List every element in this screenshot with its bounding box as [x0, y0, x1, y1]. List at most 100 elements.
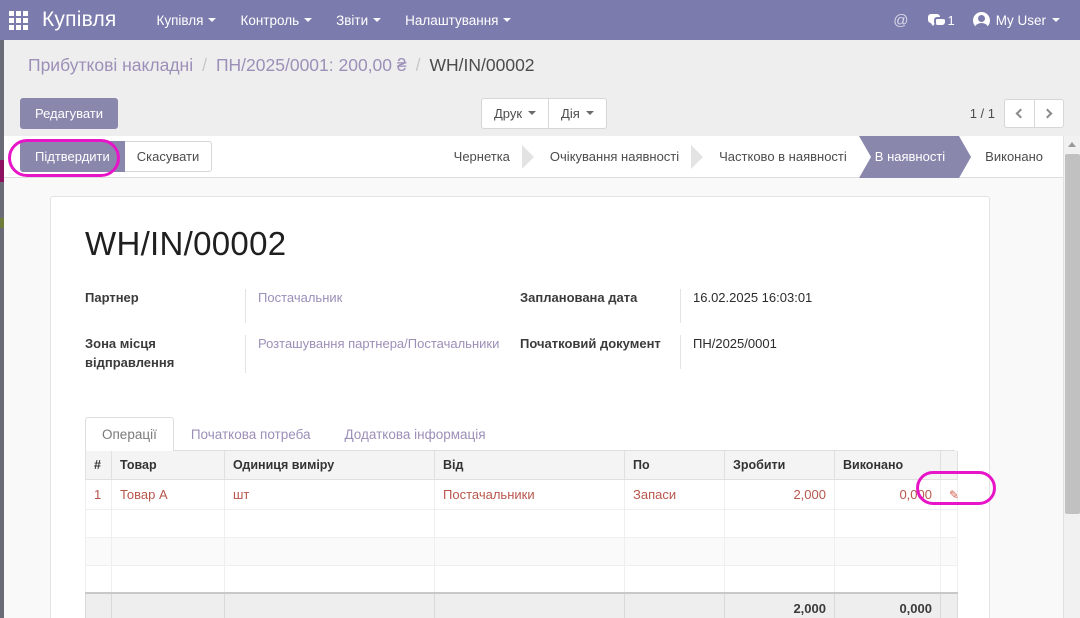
cell-product[interactable]: Товар А [111, 479, 225, 510]
menu-item-control[interactable]: Контроль [228, 2, 324, 39]
triangle-up-icon[interactable] [1064, 136, 1080, 153]
cell-empty [224, 565, 435, 594]
cell-uom[interactable]: шт [224, 479, 435, 510]
field-source-document: Початковий документ ПН/2025/0001 [520, 335, 955, 369]
col-done[interactable]: Виконано [834, 450, 941, 480]
cell-empty [111, 509, 225, 538]
tab-operations[interactable]: Операції [85, 416, 174, 451]
control-panel: Редагувати Друк Дія 1 / 1 [4, 90, 1080, 136]
cell-empty [434, 537, 625, 566]
status-step-draft[interactable]: Чернетка [442, 136, 522, 178]
breadcrumb-item-current: WH/IN/00002 [429, 54, 535, 75]
table-row-empty[interactable] [85, 537, 958, 566]
action-button[interactable]: Дія [548, 97, 607, 129]
cell-empty [111, 565, 225, 594]
field-value-wrap: ПН/2025/0001 [680, 335, 955, 369]
status-step-available[interactable]: В наявності [858, 135, 972, 178]
col-product[interactable]: Товар [111, 450, 225, 480]
form-sheet: WH/IN/00002 Партнер Постачальник Зона мі… [50, 196, 990, 618]
cell-empty [85, 537, 112, 566]
user-menu[interactable]: My User [965, 7, 1068, 34]
vertical-scrollbar[interactable] [1063, 136, 1080, 618]
field-value-source-location[interactable]: Розташування партнера/Постачальники [258, 336, 499, 351]
cell-done-value: 0,000 [899, 486, 932, 502]
pencil-icon[interactable]: ✎ [949, 488, 959, 502]
menu-item-label: Налаштування [405, 12, 499, 28]
breadcrumb-item-list[interactable]: Прибуткові накладні [28, 55, 193, 76]
menu-item-reports[interactable]: Звіти [324, 2, 393, 39]
top-navbar: Купівля Купівля Контроль Звіти Налаштува… [0, 0, 1080, 40]
cell-done[interactable]: 0,000 [834, 479, 941, 510]
form-fields-left: Партнер Постачальник Зона місця відправл… [85, 289, 520, 385]
chevron-down-icon [208, 18, 217, 22]
chevron-down-icon [528, 111, 537, 115]
workflow-buttons: Підтвердити Скасувати [20, 141, 213, 172]
menu-item-settings[interactable]: Налаштування [393, 2, 523, 39]
cell-empty [624, 565, 725, 594]
field-value-source-document: ПН/2025/0001 [693, 336, 777, 351]
cell-empty [111, 537, 225, 566]
cell-empty [624, 537, 725, 566]
cell-empty [224, 509, 435, 538]
confirm-button[interactable]: Підтвердити [20, 141, 125, 172]
total-spacer [624, 592, 725, 618]
field-value-wrap: 16.02.2025 16:03:01 [680, 289, 955, 323]
col-from[interactable]: Від [434, 450, 625, 480]
field-label: Партнер [85, 290, 139, 305]
status-arrow-icon [521, 136, 538, 178]
tab-initial-demand[interactable]: Початкова потреба [174, 417, 328, 451]
cancel-button[interactable]: Скасувати [124, 141, 213, 172]
field-label: Запланована дата [520, 290, 638, 305]
pager-buttons [1003, 98, 1064, 128]
cell-empty [624, 509, 725, 538]
breadcrumb-separator: / [415, 54, 421, 75]
col-todo[interactable]: Зробити [724, 450, 835, 480]
cell-from[interactable]: Постачальники [434, 479, 625, 510]
cell-empty [224, 537, 435, 566]
total-spacer [111, 592, 225, 618]
chevron-down-icon [304, 18, 313, 22]
user-avatar-icon [972, 11, 990, 29]
status-step-done[interactable]: Виконано [973, 136, 1055, 178]
breadcrumb-item-order[interactable]: ПН/2025/0001: 200,00 ₴ [216, 55, 407, 76]
scrollbar-thumb[interactable] [1065, 154, 1080, 514]
chevron-right-icon[interactable] [1033, 98, 1064, 128]
cell-edit-action[interactable]: ✎ [940, 479, 959, 510]
table-body: 1 Товар А шт Постачальники Запаси 2,000 … [85, 479, 959, 594]
status-step-partially-available[interactable]: Частково в наявності [707, 136, 859, 178]
breadcrumb: Прибуткові накладні / ПН/2025/0001: 200,… [4, 40, 1080, 90]
print-button[interactable]: Друк [480, 97, 549, 129]
cell-empty [724, 509, 835, 538]
field-value-scheduled-date: 16.02.2025 16:03:01 [693, 290, 813, 305]
apps-grid-glyph [8, 10, 28, 30]
apps-grid-icon[interactable] [0, 0, 36, 40]
cell-done-wrap: 0,000 [843, 487, 932, 502]
cell-todo[interactable]: 2,000 [724, 479, 835, 510]
cell-empty [85, 509, 112, 538]
status-action-bar: Підтвердити Скасувати Чернетка Очікуванн… [4, 135, 1063, 178]
table-row[interactable]: 1 Товар А шт Постачальники Запаси 2,000 … [85, 479, 959, 510]
operations-table: # Товар Одиниця виміру Від По Зробити Ви… [85, 450, 959, 618]
tab-additional-info[interactable]: Додаткова інформація [328, 417, 503, 451]
field-value-partner[interactable]: Постачальник [258, 290, 342, 305]
total-spacer [940, 592, 958, 618]
table-row-empty[interactable] [85, 565, 958, 594]
action-label: Дія [561, 105, 580, 121]
messaging-menu[interactable]: 1 [920, 7, 963, 34]
table-row-empty[interactable] [85, 509, 958, 538]
cell-to[interactable]: Запаси [624, 479, 725, 510]
field-source-location: Зона місця відправлення Розташування пар… [85, 335, 520, 373]
col-index[interactable]: # [85, 450, 112, 480]
menu-item-purchase[interactable]: Купівля [144, 2, 228, 39]
menu-item-label: Звіти [336, 12, 369, 28]
at-icon[interactable]: @ [884, 6, 917, 35]
col-uom[interactable]: Одиниця виміру [224, 450, 435, 480]
status-step-waiting[interactable]: Очікування наявності [538, 136, 691, 178]
col-to[interactable]: По [624, 450, 725, 480]
table-header: # Товар Одиниця виміру Від По Зробити Ви… [85, 450, 958, 480]
chevron-left-icon[interactable] [1003, 98, 1034, 128]
edit-button[interactable]: Редагувати [20, 97, 119, 129]
table-header-row: # Товар Одиниця виміру Від По Зробити Ви… [85, 450, 958, 480]
table-footer: 2,000 0,000 [85, 592, 958, 618]
cell-empty [85, 565, 112, 594]
